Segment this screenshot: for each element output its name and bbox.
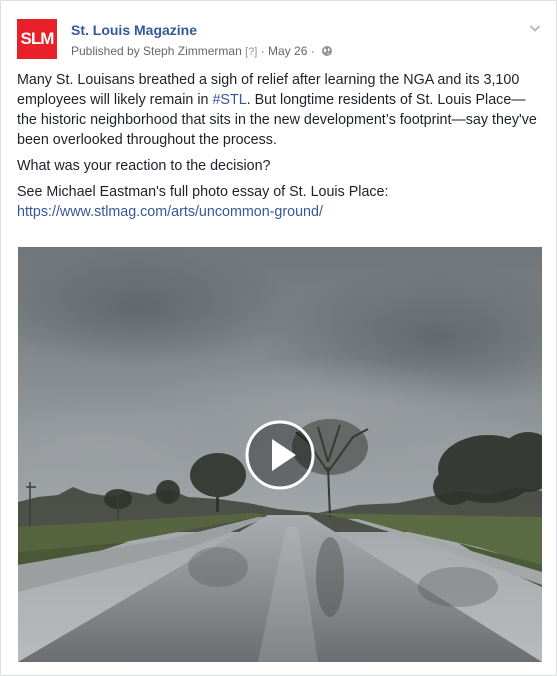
meta-separator: · bbox=[310, 44, 315, 58]
post-text-segment: See Michael Eastman's full photo essay o… bbox=[17, 184, 389, 200]
post-date[interactable]: May 26 bbox=[268, 44, 307, 58]
logo-text: SLM bbox=[20, 29, 55, 48]
post-text: Many St. Louisans breathed a sigh of rel… bbox=[17, 70, 537, 228]
globe-icon[interactable] bbox=[321, 45, 333, 57]
chevron-down-icon[interactable] bbox=[528, 21, 542, 35]
article-link[interactable]: https://www.stlmag.com/arts/uncommon-gro… bbox=[17, 204, 323, 220]
help-marker[interactable]: [?] bbox=[245, 46, 257, 58]
page-name-link[interactable]: St. Louis Magazine bbox=[71, 22, 197, 38]
hashtag-link[interactable]: #STL bbox=[212, 92, 246, 108]
video-thumbnail[interactable] bbox=[18, 247, 542, 662]
published-by: Published by Steph Zimmerman bbox=[71, 44, 242, 58]
post-card: SLM St. Louis Magazine Published by Step… bbox=[0, 0, 557, 676]
post-paragraph: Many St. Louisans breathed a sigh of rel… bbox=[17, 70, 537, 150]
play-icon[interactable] bbox=[244, 419, 316, 491]
post-meta: Published by Steph Zimmerman [?] · May 2… bbox=[71, 44, 333, 58]
page-avatar[interactable]: SLM bbox=[17, 19, 57, 59]
post-paragraph: See Michael Eastman's full photo essay o… bbox=[17, 182, 537, 222]
meta-separator: · bbox=[260, 44, 265, 58]
post-paragraph: What was your reaction to the decision? bbox=[17, 158, 271, 174]
post-header: SLM St. Louis Magazine Published by Step… bbox=[17, 17, 544, 61]
